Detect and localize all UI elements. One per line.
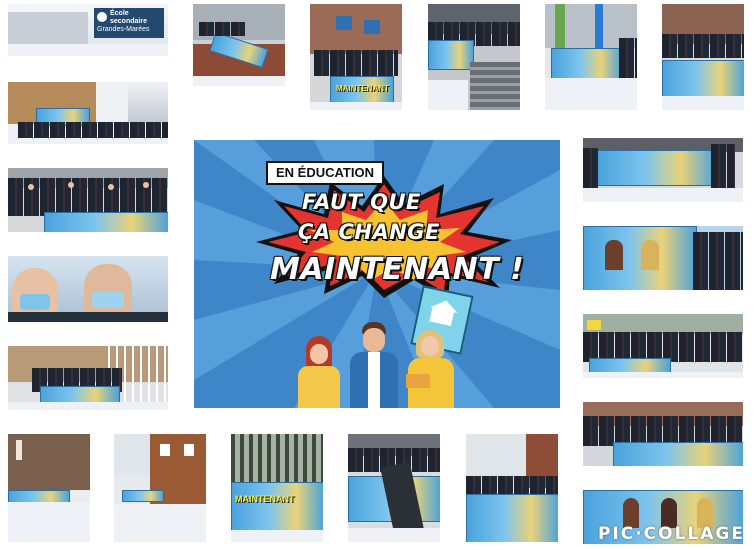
photo-wall-banner [583, 402, 743, 466]
photo-porch-group [8, 346, 168, 410]
education-tag: EN ÉDUCATION [266, 161, 384, 185]
photo-stairs-banner [193, 4, 285, 86]
photo-school-sign: École secondaire Grandes-Marées [8, 4, 168, 56]
photo-crowd-banner [583, 314, 743, 378]
photo-stairs-group [428, 4, 520, 110]
campaign-poster: EN ÉDUCATION FAUT QUE ÇA CHANGE MAINTENA… [194, 140, 560, 408]
illustrated-teacher-center [346, 322, 402, 408]
photo-forest-banner: MAINTENANT [231, 434, 323, 542]
photo-group-masks [8, 168, 168, 232]
maintenant-banner-text: MAINTENANT [336, 84, 389, 93]
photo-front-group [545, 4, 637, 110]
illustrated-teacher-left [294, 336, 344, 408]
photo-school-banner [466, 434, 558, 542]
school-sign-line2: secondaire [110, 18, 147, 25]
maintenant-banner-text-2: MAINTENANT [235, 494, 295, 504]
school-sign-line1: École [110, 10, 129, 17]
poster-title-line3: MAINTENANT ! [270, 252, 525, 287]
photo-banner-closeup [583, 226, 743, 290]
pic-collage-watermark: PIC·COLLAGE [597, 524, 745, 544]
school-logo-icon [97, 12, 107, 22]
photo-house-snow [114, 434, 206, 542]
photo-selfie-banner [348, 434, 440, 542]
poster-title-line1: FAUT QUE [302, 190, 421, 214]
photo-church-snow [8, 434, 90, 542]
photo-group-flags: MAINTENANT [310, 4, 402, 110]
illustrated-teacher-right [406, 330, 456, 408]
poster-title-line2: ÇA CHANGE [298, 220, 440, 244]
photo-wall-group [662, 4, 744, 110]
photo-selfie [8, 256, 168, 322]
school-sign-line3: Grandes-Marées [97, 26, 150, 33]
photo-banner-fence [583, 138, 743, 202]
photo-lineup-trees [8, 82, 168, 144]
